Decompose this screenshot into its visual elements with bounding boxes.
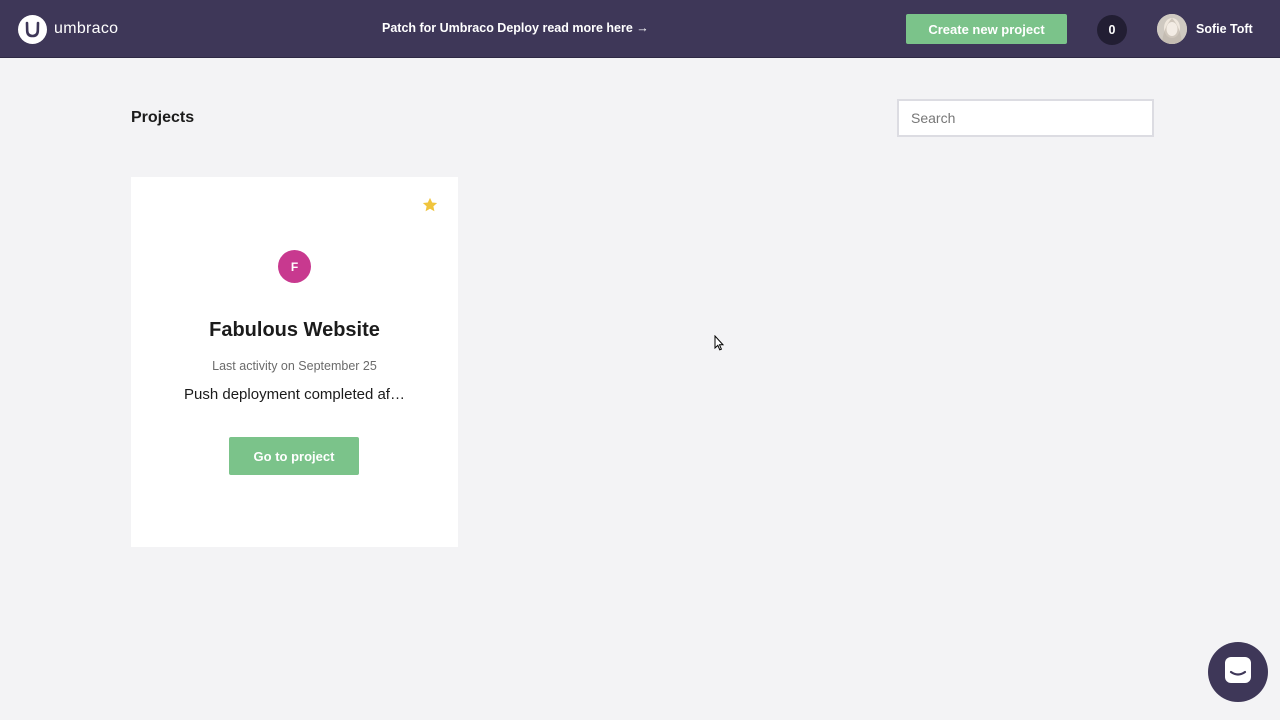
project-last-activity: Last activity on September 25 bbox=[212, 359, 377, 373]
mouse-cursor-icon bbox=[714, 334, 725, 351]
announcement-link[interactable]: Patch for Umbraco Deploy read more here … bbox=[382, 21, 649, 35]
user-avatar bbox=[1157, 14, 1187, 44]
search-input[interactable] bbox=[897, 99, 1154, 137]
logo-text: umbraco bbox=[54, 20, 119, 37]
top-bar: umbraco Patch for Umbraco Deploy read mo… bbox=[0, 0, 1280, 58]
project-status: Push deployment completed af… bbox=[184, 386, 405, 403]
create-new-project-button[interactable]: Create new project bbox=[906, 14, 1067, 44]
umbraco-logo-icon bbox=[18, 14, 47, 44]
chat-bubble-icon bbox=[1223, 655, 1253, 690]
page-title: Projects bbox=[131, 109, 195, 126]
project-card: F Fabulous Website Last activity on Sept… bbox=[131, 177, 458, 547]
notification-count-badge[interactable]: 0 bbox=[1097, 15, 1127, 45]
user-menu[interactable]: Sofie Toft bbox=[1157, 13, 1253, 45]
umbraco-logo[interactable]: umbraco bbox=[18, 14, 118, 44]
project-name: Fabulous Website bbox=[209, 319, 380, 341]
go-to-project-button[interactable]: Go to project bbox=[229, 437, 359, 475]
project-initial-avatar: F bbox=[278, 250, 311, 283]
user-name: Sofie Toft bbox=[1196, 22, 1253, 36]
star-icon[interactable] bbox=[421, 196, 439, 214]
chat-widget-button[interactable] bbox=[1208, 642, 1268, 702]
